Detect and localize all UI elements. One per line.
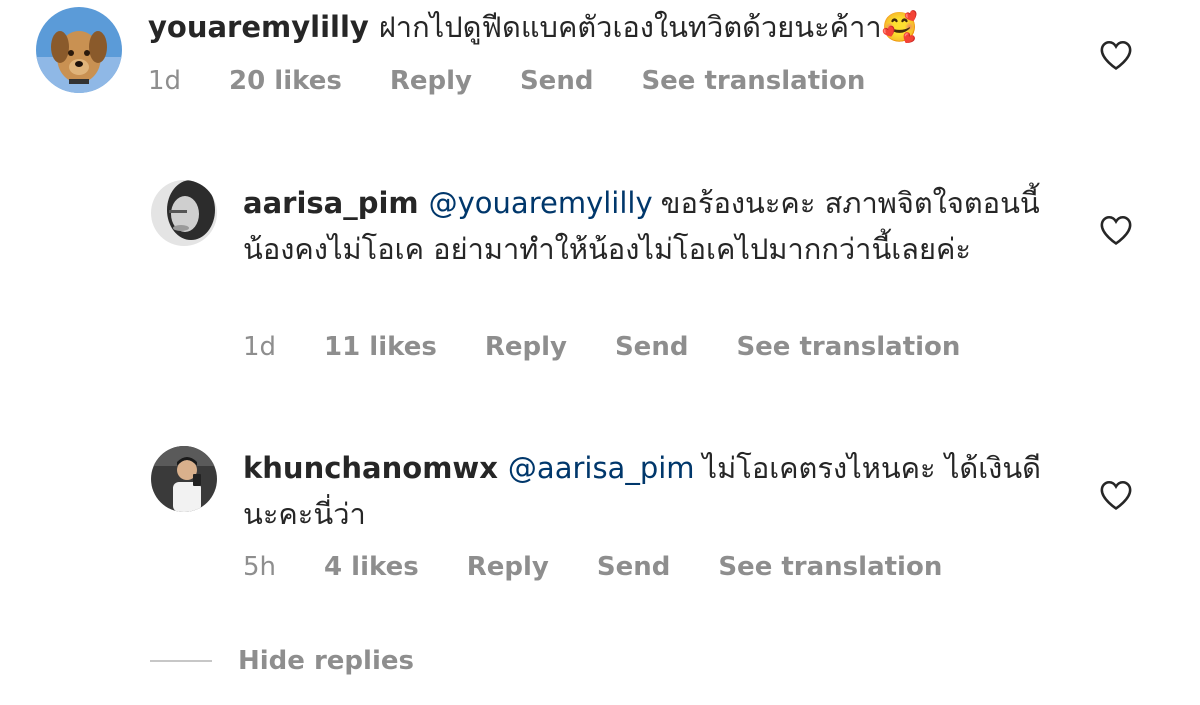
- avatar[interactable]: [151, 180, 217, 246]
- comment-meta: 1d 20 likes Reply Send See translation: [148, 66, 913, 96]
- comment-time: 1d: [148, 66, 182, 96]
- see-translation-button[interactable]: See translation: [736, 332, 960, 362]
- emoji-smiling-hearts-icon: 🥰: [881, 10, 918, 44]
- mention-link[interactable]: @youaremylilly: [429, 186, 653, 220]
- reply-button[interactable]: Reply: [485, 332, 567, 362]
- reply-button[interactable]: Reply: [390, 66, 472, 96]
- see-translation-button[interactable]: See translation: [718, 552, 942, 582]
- dog-photo-avatar-icon: [36, 7, 122, 93]
- hide-replies-row[interactable]: Hide replies: [150, 646, 414, 676]
- see-translation-button[interactable]: See translation: [641, 66, 865, 96]
- comment-text: khunchanomwx @aarisa_pim ไม่โอเคตรงไหนคะ ไ…: [243, 445, 1058, 537]
- mirror-selfie-avatar-icon: [151, 446, 217, 512]
- heart-icon[interactable]: [1099, 214, 1133, 246]
- comment-text: aarisa_pim @youaremylilly ขอร้องนะคะ สภาพจ…: [243, 180, 1058, 272]
- likes-count[interactable]: 11 likes: [324, 332, 437, 362]
- likes-count[interactable]: 4 likes: [324, 552, 419, 582]
- comment-meta: 5h 4 likes Reply Send See translation: [243, 552, 990, 582]
- comment-username[interactable]: youaremylilly: [148, 10, 369, 44]
- reply-button[interactable]: Reply: [467, 552, 549, 582]
- mention-link[interactable]: @aarisa_pim: [508, 451, 695, 485]
- heart-icon[interactable]: [1099, 39, 1133, 71]
- avatar[interactable]: [36, 7, 122, 93]
- comment-time: 1d: [243, 332, 277, 362]
- send-button[interactable]: Send: [597, 552, 670, 582]
- comment-text: youaremylilly ฝากไปดูฟีดแบคตัวเองในทวิตด้…: [148, 4, 1048, 50]
- bw-portrait-avatar-icon: [151, 180, 217, 246]
- avatar[interactable]: [151, 446, 217, 512]
- divider-line: [150, 660, 212, 662]
- likes-count[interactable]: 20 likes: [229, 66, 342, 96]
- comment-time: 5h: [243, 552, 277, 582]
- comment-meta: 1d 11 likes Reply Send See translation: [243, 332, 1008, 362]
- comment-username[interactable]: khunchanomwx: [243, 451, 498, 485]
- comment-body: ฝากไปดูฟีดแบคตัวเองในทวิตด้วยนะค้าา: [378, 10, 882, 44]
- heart-icon[interactable]: [1099, 479, 1133, 511]
- comment-username[interactable]: aarisa_pim: [243, 186, 419, 220]
- send-button[interactable]: Send: [520, 66, 593, 96]
- send-button[interactable]: Send: [615, 332, 688, 362]
- hide-replies-button[interactable]: Hide replies: [238, 646, 414, 676]
